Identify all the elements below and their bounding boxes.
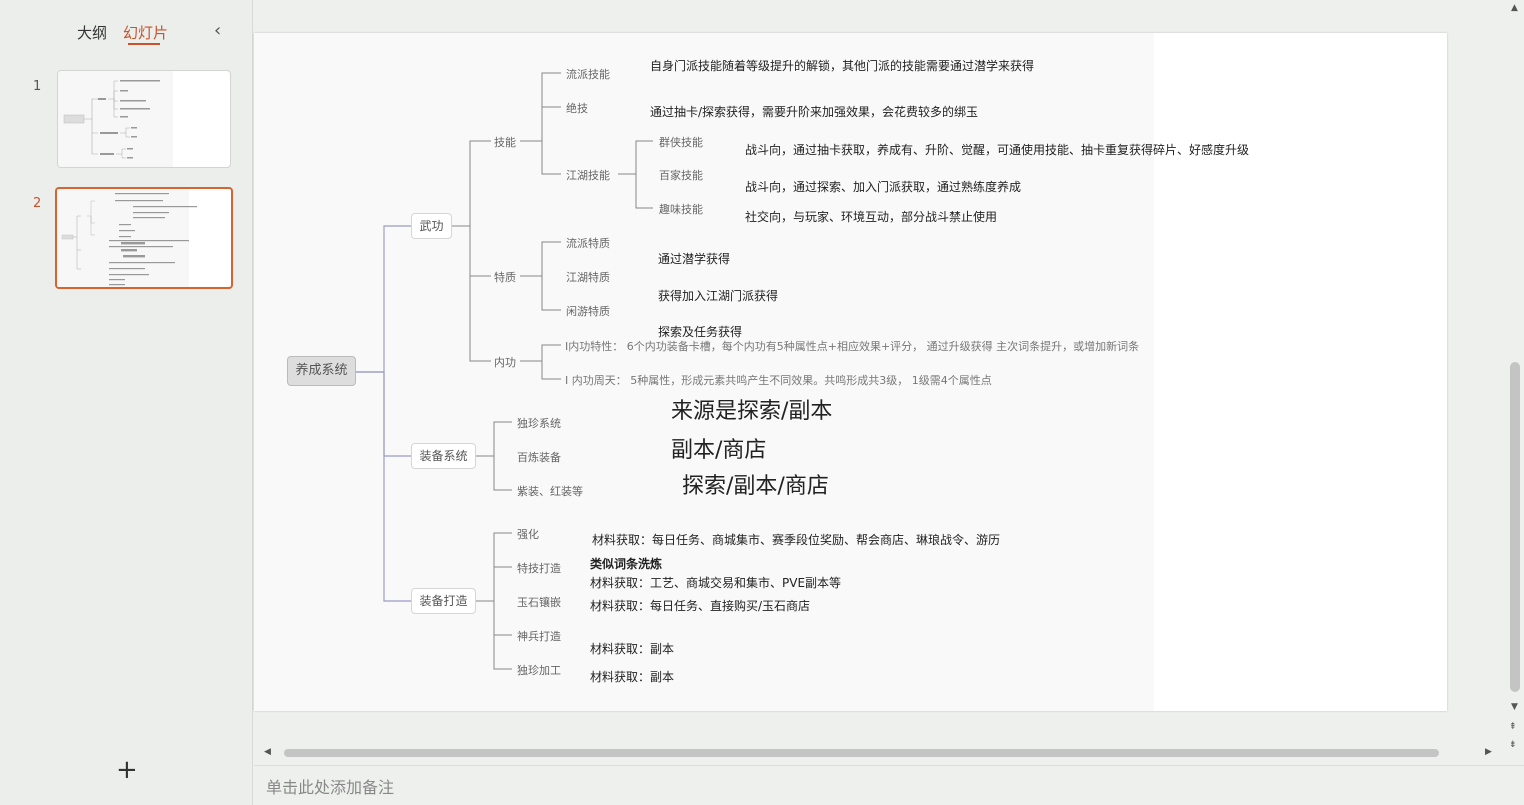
annotation-text[interactable]: 社交向，与玩家、环境互动，部分战斗禁止使用: [745, 208, 997, 225]
mindmap-node[interactable]: 神兵打造: [517, 628, 561, 644]
active-tab-indicator: [128, 43, 160, 45]
mindmap-node[interactable]: 江湖特质: [566, 269, 610, 285]
notes-placeholder[interactable]: 单击此处添加备注: [266, 774, 394, 798]
slide-panel: 大纲 幻灯片 ‹ 1 2 +: [0, 0, 253, 805]
scroll-down-icon[interactable]: ▼: [1511, 702, 1518, 712]
mindmap-node[interactable]: 百家技能: [659, 167, 703, 183]
annotation-text[interactable]: 材料获取：副本: [590, 640, 674, 657]
scroll-up-icon[interactable]: ▲: [1511, 3, 1518, 13]
mindmap-node[interactable]: 装备打造: [411, 588, 476, 614]
annotation-text[interactable]: 材料获取：每日任务、直接购买/玉石商店: [590, 597, 810, 614]
slide-number: 2: [33, 196, 42, 211]
mindmap-node[interactable]: 流派技能: [566, 66, 610, 82]
mindmap-node[interactable]: 技能: [494, 134, 516, 150]
annotation-text[interactable]: I内功特性： 6个内功装备卡槽，每个内功有5种属性点+相应效果+评分， 通过升级…: [565, 338, 1139, 354]
annotation-text[interactable]: 战斗向，通过探索、加入门派获取，通过熟练度养成: [745, 178, 1021, 195]
annotation-text[interactable]: 战斗向，通过抽卡获取，养成有、升阶、觉醒，可通使用技能、抽卡重复获得碎片、好感度…: [745, 141, 1249, 158]
annotation-text[interactable]: 自身门派技能随着等级提升的解锁，其他门派的技能需要通过潜学来获得: [650, 57, 1034, 74]
annotation-text[interactable]: I 内功周天： 5种属性，形成元素共鸣产生不同效果。共鸣形成共3级， 1级需4个…: [565, 372, 992, 388]
horizontal-scrollbar[interactable]: ◀ ▶: [254, 745, 1504, 761]
mindmap-node[interactable]: 特质: [494, 269, 516, 285]
mindmap-node[interactable]: 绝技: [566, 100, 588, 116]
annotation-text[interactable]: 获得加入江湖门派获得: [658, 287, 778, 304]
slide-number: 1: [33, 79, 42, 94]
mindmap-root-node[interactable]: 养成系统: [287, 356, 356, 386]
mindmap-node[interactable]: 百炼装备: [517, 449, 561, 465]
mindmap-node[interactable]: 武功: [411, 213, 452, 239]
annotation-text[interactable]: 材料获取：工艺、商城交易和集市、PVE副本等: [590, 574, 841, 591]
mindmap-node[interactable]: 趣味技能: [659, 201, 703, 217]
mindmap-node[interactable]: 群侠技能: [659, 134, 703, 150]
chevron-left-icon[interactable]: ‹: [214, 20, 221, 41]
plus-icon[interactable]: +: [116, 757, 138, 783]
mindmap-node[interactable]: 独珍加工: [517, 662, 561, 678]
slide-thumbnail-2[interactable]: [55, 187, 233, 289]
slide-thumbnail-1[interactable]: [57, 70, 231, 168]
mindmap-node[interactable]: 玉石镶嵌: [517, 594, 561, 610]
mindmap-node[interactable]: 紫装、红装等: [517, 483, 583, 499]
vertical-scrollbar[interactable]: ▲ ▼: [1507, 0, 1524, 715]
mindmap-node[interactable]: 闲游特质: [566, 303, 610, 319]
mindmap-node[interactable]: 内功: [494, 354, 516, 370]
annotation-text[interactable]: 材料获取：每日任务、商城集市、赛季段位奖励、帮会商店、琳琅战令、游历: [592, 531, 1000, 548]
horizontal-scroll-thumb[interactable]: [284, 749, 1439, 757]
mindmap-node[interactable]: 流派特质: [566, 235, 610, 251]
annotation-text[interactable]: 通过抽卡/探索获得，需要升阶来加强效果，会花费较多的绑玉: [650, 103, 978, 120]
speaker-notes-pane[interactable]: 单击此处添加备注: [254, 765, 1524, 805]
mindmap-node[interactable]: 江湖技能: [566, 167, 610, 183]
vertical-scroll-thumb[interactable]: [1510, 362, 1520, 692]
mindmap-node[interactable]: 强化: [517, 526, 539, 542]
annotation-text[interactable]: 材料获取：副本: [590, 668, 674, 685]
mindmap-node[interactable]: 特技打造: [517, 560, 561, 576]
tab-slides[interactable]: 幻灯片: [123, 22, 168, 43]
tab-outline[interactable]: 大纲: [77, 22, 107, 43]
editor-area: 养成系统 武功 装备系统 装备打造 技能 特质 内功 流派技能 绝技 江湖技能 …: [254, 0, 1524, 805]
annotation-text[interactable]: 通过潜学获得: [658, 250, 730, 267]
next-slide-icon[interactable]: ⇟: [1509, 740, 1517, 750]
annotation-text[interactable]: 类似词条洗炼: [590, 555, 662, 572]
previous-slide-icon[interactable]: ⇞: [1509, 722, 1517, 732]
mindmap-node[interactable]: 独珍系统: [517, 415, 561, 431]
mindmap-node[interactable]: 装备系统: [411, 443, 476, 469]
scroll-left-icon[interactable]: ◀: [264, 747, 271, 757]
annotation-text[interactable]: 探索/副本/商店: [682, 468, 829, 500]
slide-canvas[interactable]: 养成系统 武功 装备系统 装备打造 技能 特质 内功 流派技能 绝技 江湖技能 …: [254, 33, 1447, 711]
annotation-text[interactable]: 来源是探索/副本: [671, 393, 832, 425]
scroll-right-icon[interactable]: ▶: [1485, 747, 1492, 757]
annotation-text[interactable]: 副本/商店: [671, 432, 766, 464]
